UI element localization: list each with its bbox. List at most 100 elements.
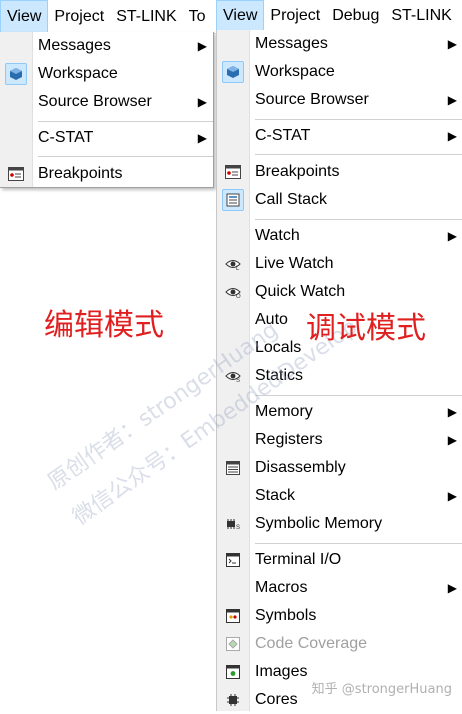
debug-mode-label: 调试模式 (306, 311, 426, 346)
left-menubar-st-link[interactable]: ST-LINK (110, 0, 182, 33)
right-menu-item-messages[interactable]: Messages ▶ (217, 30, 462, 58)
right-menubar-project[interactable]: Project (264, 0, 326, 31)
menu-item-label: Symbolic Memory (255, 515, 383, 532)
menu-item-label: Cores (255, 691, 298, 708)
breakpoints-icon (222, 161, 244, 183)
workspace-icon (5, 63, 27, 85)
right-menubar-debug[interactable]: Debug (326, 0, 385, 31)
left-menu-item-messages[interactable]: Messages ▶ (0, 32, 213, 60)
right-menu-item-source-browser[interactable]: Source Browser ▶ (217, 86, 462, 114)
menu-item-label: Memory (255, 403, 313, 420)
submenu-arrow-icon: ▶ (197, 131, 207, 145)
left-menubar-project[interactable]: Project (48, 0, 110, 33)
menu-item-label: Images (255, 663, 308, 680)
menu-item-label: Registers (255, 431, 323, 448)
left-menu-item-c-stat[interactable]: C-STAT ▶ (0, 124, 213, 152)
menu-item-label: Code Coverage (255, 635, 368, 652)
menu-item-label: Disassembly (255, 459, 346, 476)
breakpoints-icon (5, 163, 27, 185)
right-view-menu: Messages ▶ Workspace Source Browser ▶ C-… (216, 30, 462, 711)
menu-item-label: Call Stack (255, 191, 328, 208)
right-menu-item-disassembly[interactable]: Disassembly (217, 454, 462, 482)
live-watch-eye-icon: L (222, 253, 244, 275)
symbols-icon (222, 605, 244, 627)
right-menu-item-stack[interactable]: Stack ▶ (217, 482, 462, 510)
menu-separator (38, 121, 213, 122)
right-menu-item-quick-watch[interactable]: Q Quick Watch (217, 278, 462, 306)
edit-mode-label: 编辑模式 (44, 308, 164, 343)
menu-separator (255, 154, 462, 155)
right-menu-item-registers[interactable]: Registers ▶ (217, 426, 462, 454)
menu-item-label: Stack (255, 487, 296, 504)
submenu-arrow-icon: ▶ (447, 489, 457, 503)
menu-item-label: Statics (255, 367, 304, 384)
left-menubar-view[interactable]: View (0, 0, 49, 33)
menu-item-label: Locals (255, 339, 302, 356)
right-menu-item-macros[interactable]: Macros ▶ (217, 574, 462, 602)
menu-item-label: Breakpoints (38, 165, 123, 182)
left-menubar-tools[interactable]: To (183, 0, 212, 33)
left-menu-item-source-browser[interactable]: Source Browser ▶ (0, 88, 213, 116)
submenu-arrow-icon: ▶ (447, 229, 457, 243)
menu-item-label: C-STAT (38, 129, 94, 146)
menu-item-label: Watch (255, 227, 300, 244)
menu-separator (255, 219, 462, 220)
menu-item-label: Symbols (255, 607, 317, 624)
menu-separator (38, 156, 213, 157)
right-menu-item-symbolic-memory[interactable]: S Symbolic Memory (217, 510, 462, 538)
right-menu-item-workspace[interactable]: Workspace (217, 58, 462, 86)
menu-separator (255, 119, 462, 120)
submenu-arrow-icon: ▶ (447, 93, 457, 107)
menu-item-label: Source Browser (38, 93, 152, 110)
menu-item-label: Workspace (38, 65, 118, 82)
left-menu-item-breakpoints[interactable]: Breakpoints (0, 160, 213, 188)
submenu-arrow-icon: ▶ (447, 37, 457, 51)
menu-item-label: Messages (255, 35, 328, 52)
svg-text:Q: Q (236, 294, 241, 298)
right-menu-item-code-coverage[interactable]: Code Coverage (217, 630, 462, 658)
menu-item-label: Breakpoints (255, 163, 340, 180)
submenu-arrow-icon: ▶ (447, 405, 457, 419)
right-menu-item-live-watch[interactable]: L Live Watch (217, 250, 462, 278)
menu-item-label: Macros (255, 579, 308, 596)
symbolic-memory-icon: S (222, 513, 244, 535)
statics-eye-icon: S (222, 365, 244, 387)
left-menubar: View Project ST-LINK To (0, 0, 216, 34)
disassembly-icon (222, 457, 244, 479)
menu-item-label: Workspace (255, 63, 335, 80)
right-menubar: View Project Debug ST-LINK (216, 0, 462, 31)
menu-item-label: C-STAT (255, 127, 311, 144)
svg-text:S: S (236, 525, 240, 530)
terminal-icon (222, 549, 244, 571)
submenu-arrow-icon: ▶ (447, 129, 457, 143)
right-menu-item-c-stat[interactable]: C-STAT ▶ (217, 122, 462, 150)
right-menubar-st-link[interactable]: ST-LINK (385, 0, 457, 31)
right-menu-item-watch[interactable]: Watch ▶ (217, 222, 462, 250)
right-menu-item-breakpoints[interactable]: Breakpoints (217, 158, 462, 186)
svg-text:S: S (236, 378, 240, 382)
right-menu-item-statics[interactable]: S Statics (217, 362, 462, 390)
zhihu-credit: 知乎 @strongerHuang (311, 682, 452, 697)
svg-text:L: L (236, 266, 240, 270)
menu-item-label: Source Browser (255, 91, 369, 108)
menu-item-label: Messages (38, 37, 111, 54)
submenu-arrow-icon: ▶ (197, 95, 207, 109)
images-icon (222, 661, 244, 683)
quick-watch-eye-icon: Q (222, 281, 244, 303)
left-menu-item-workspace[interactable]: Workspace (0, 60, 213, 88)
menu-item-label: Live Watch (255, 255, 334, 272)
submenu-arrow-icon: ▶ (447, 433, 457, 447)
menu-item-label: Terminal I/O (255, 551, 342, 568)
menu-separator (255, 543, 462, 544)
workspace-icon (222, 61, 244, 83)
right-menu-item-terminal-io[interactable]: Terminal I/O (217, 546, 462, 574)
code-coverage-icon (222, 633, 244, 655)
left-view-menu: Messages ▶ Workspace Source Browser ▶ C-… (0, 32, 214, 188)
cores-icon (222, 689, 244, 711)
menu-separator (255, 395, 462, 396)
right-menu-item-symbols[interactable]: Symbols (217, 602, 462, 630)
call-stack-icon (222, 189, 244, 211)
right-menu-item-memory[interactable]: Memory ▶ (217, 398, 462, 426)
right-menu-item-call-stack[interactable]: Call Stack (217, 186, 462, 214)
right-menubar-view[interactable]: View (216, 0, 265, 31)
